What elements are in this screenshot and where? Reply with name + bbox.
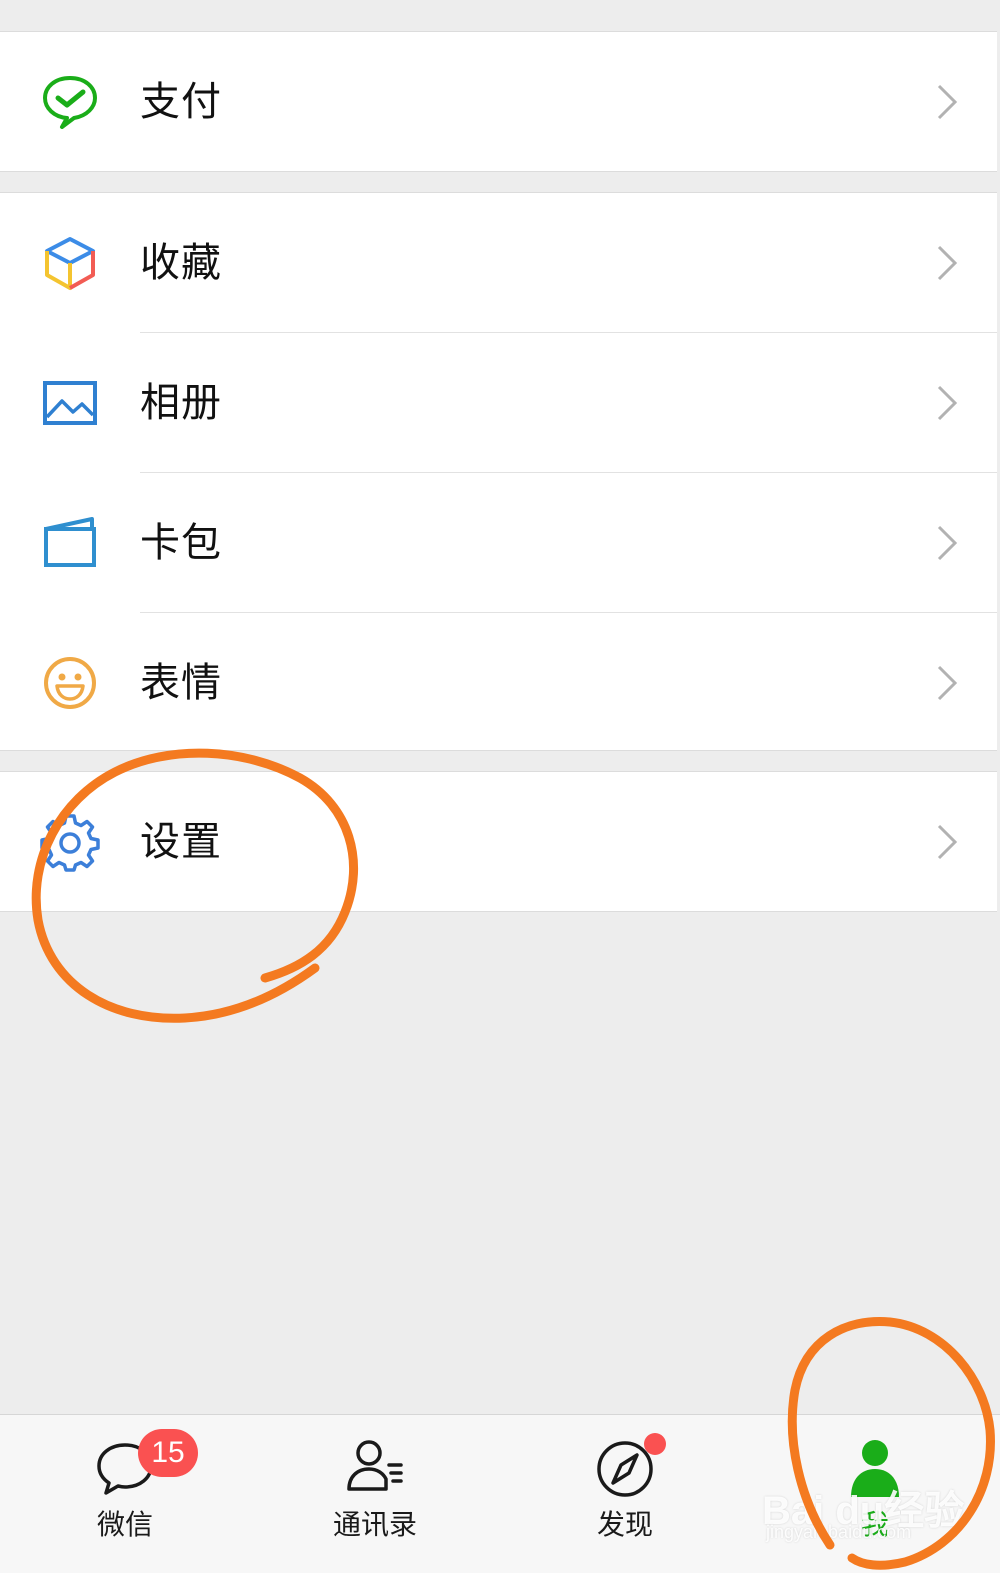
favorites-cube-icon xyxy=(40,233,100,293)
menu-row-cards[interactable]: 卡包 xyxy=(0,473,997,611)
tab-label-contacts: 通讯录 xyxy=(332,1508,417,1541)
menu-label-stickers: 表情 xyxy=(140,660,222,706)
chevron-right-icon xyxy=(935,243,959,283)
tab-discover[interactable]: 发现 xyxy=(500,1415,750,1573)
chevron-right-icon xyxy=(935,663,959,703)
menu-row-album[interactable]: 相册 xyxy=(0,333,997,471)
tab-label-discover: 发现 xyxy=(596,1508,653,1541)
chevron-right-icon xyxy=(935,383,959,423)
menu-group-settings: 设置 xyxy=(0,771,997,912)
menu-row-settings[interactable]: 设置 xyxy=(0,772,997,910)
menu-label-pay: 支付 xyxy=(140,79,222,125)
contacts-icon xyxy=(343,1435,407,1499)
new-activity-dot xyxy=(644,1433,666,1455)
album-picture-icon xyxy=(40,373,100,433)
tab-chats[interactable]: 15 微信 xyxy=(0,1415,250,1573)
unread-count-badge: 15 xyxy=(138,1429,198,1477)
baidu-watermark-url: jingyan.baidu.com xyxy=(766,1522,912,1542)
chevron-right-icon xyxy=(935,822,959,862)
menu-group-pay: 支付 xyxy=(0,31,997,172)
menu-row-favorites[interactable]: 收藏 xyxy=(0,193,997,331)
chevron-right-icon xyxy=(935,523,959,563)
card-wallet-icon xyxy=(40,513,100,573)
tab-contacts[interactable]: 通讯录 xyxy=(250,1415,500,1573)
menu-label-settings: 设置 xyxy=(140,819,222,865)
menu-label-cards: 卡包 xyxy=(140,520,222,566)
tab-label-chats: 微信 xyxy=(96,1508,153,1541)
smiley-face-icon xyxy=(40,653,100,713)
gear-icon xyxy=(40,812,100,872)
menu-label-favorites: 收藏 xyxy=(140,240,222,286)
menu-label-album: 相册 xyxy=(140,380,222,426)
chevron-right-icon xyxy=(935,82,959,122)
menu-row-pay[interactable]: 支付 xyxy=(0,32,997,170)
menu-row-stickers[interactable]: 表情 xyxy=(0,613,997,751)
menu-group-services: 收藏 相册 卡包 表情 xyxy=(0,192,997,751)
wechat-pay-icon xyxy=(40,72,100,132)
